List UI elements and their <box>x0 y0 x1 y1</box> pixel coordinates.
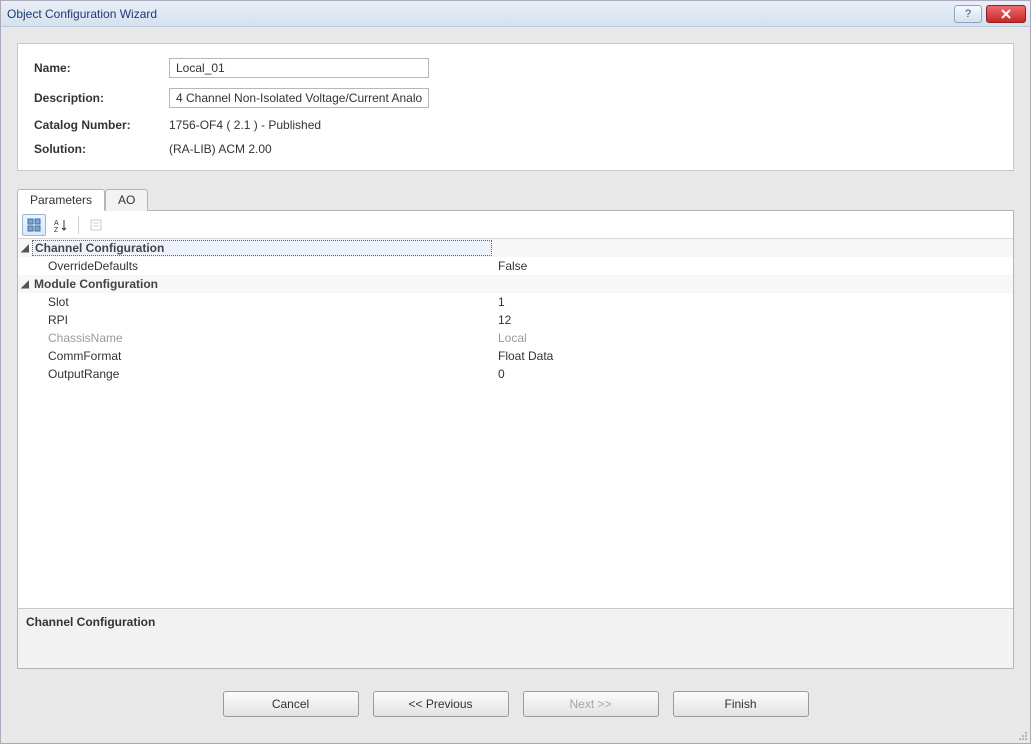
description-input[interactable] <box>169 88 429 108</box>
tab-ao[interactable]: AO <box>105 189 148 211</box>
property-row[interactable]: RPI12 <box>18 311 1013 329</box>
property-name: OutputRange <box>46 367 492 381</box>
description-title: Channel Configuration <box>26 615 155 629</box>
property-row[interactable]: Slot1 <box>18 293 1013 311</box>
tab-parameters[interactable]: Parameters <box>17 189 105 211</box>
finish-button[interactable]: Finish <box>673 691 809 717</box>
wizard-footer: Cancel << Previous Next >> Finish <box>17 669 1014 735</box>
svg-text:Z: Z <box>54 227 59 232</box>
property-row[interactable]: OutputRange0 <box>18 365 1013 383</box>
property-value[interactable]: Float Data <box>492 349 1013 363</box>
wizard-window: Object Configuration Wizard ? Name: Desc… <box>0 0 1031 744</box>
next-button[interactable]: Next >> <box>523 691 659 717</box>
sort-az-icon: A Z <box>54 218 68 232</box>
property-value: Local <box>492 331 1013 345</box>
page-icon <box>89 218 103 232</box>
window-buttons: ? <box>954 5 1026 23</box>
property-group-channel_config[interactable]: ◢Channel Configuration <box>18 239 1013 257</box>
help-icon: ? <box>965 8 971 20</box>
window-title: Object Configuration Wizard <box>7 7 954 21</box>
tab-panel-parameters: A Z ◢Channel Configuratio <box>17 210 1014 669</box>
collapse-icon[interactable]: ◢ <box>18 243 32 254</box>
property-row[interactable]: OverrideDefaultsFalse <box>18 257 1013 275</box>
close-icon <box>1000 9 1012 19</box>
close-button[interactable] <box>986 5 1026 23</box>
property-group-module_config[interactable]: ◢Module Configuration <box>18 275 1013 293</box>
property-name: OverrideDefaults <box>46 259 492 273</box>
catalog-label: Catalog Number: <box>34 118 169 132</box>
info-panel: Name: Description: Catalog Number: 1756-… <box>17 43 1014 171</box>
property-value[interactable]: 0 <box>492 367 1013 381</box>
tabstrip: Parameters AO <box>17 189 1014 211</box>
property-name: CommFormat <box>46 349 492 363</box>
property-value[interactable]: 1 <box>492 295 1013 309</box>
property-pages-button <box>84 214 108 236</box>
tabs-region: Parameters AO A <box>17 189 1014 669</box>
help-button[interactable]: ? <box>954 5 982 23</box>
catalog-value: 1756-OF4 ( 2.1 ) - Published <box>169 118 321 132</box>
description-label: Description: <box>34 91 169 105</box>
property-row[interactable]: ChassisNameLocal <box>18 329 1013 347</box>
solution-value: (RA-LIB) ACM 2.00 <box>169 142 272 156</box>
previous-button[interactable]: << Previous <box>373 691 509 717</box>
content: Name: Description: Catalog Number: 1756-… <box>1 27 1030 743</box>
name-label: Name: <box>34 61 169 75</box>
cancel-button[interactable]: Cancel <box>223 691 359 717</box>
property-name: ChassisName <box>46 331 492 345</box>
property-value[interactable]: False <box>492 259 1013 273</box>
group-title: Module Configuration <box>32 277 492 291</box>
toolbar-separator <box>78 216 79 234</box>
titlebar: Object Configuration Wizard ? <box>1 1 1030 27</box>
name-input[interactable] <box>169 58 429 78</box>
property-name: RPI <box>46 313 492 327</box>
property-value[interactable]: 12 <box>492 313 1013 327</box>
alphabetical-button[interactable]: A Z <box>49 214 73 236</box>
description-pane: Channel Configuration <box>18 608 1013 668</box>
property-toolbar: A Z <box>18 211 1013 239</box>
property-row[interactable]: CommFormatFloat Data <box>18 347 1013 365</box>
svg-text:A: A <box>54 220 59 227</box>
property-grid[interactable]: ◢Channel ConfigurationOverrideDefaultsFa… <box>18 239 1013 608</box>
group-title: Channel Configuration <box>32 240 492 256</box>
property-name: Slot <box>46 295 492 309</box>
categorized-icon <box>27 218 41 232</box>
collapse-icon[interactable]: ◢ <box>18 279 32 290</box>
solution-label: Solution: <box>34 142 169 156</box>
categorized-button[interactable] <box>22 214 46 236</box>
